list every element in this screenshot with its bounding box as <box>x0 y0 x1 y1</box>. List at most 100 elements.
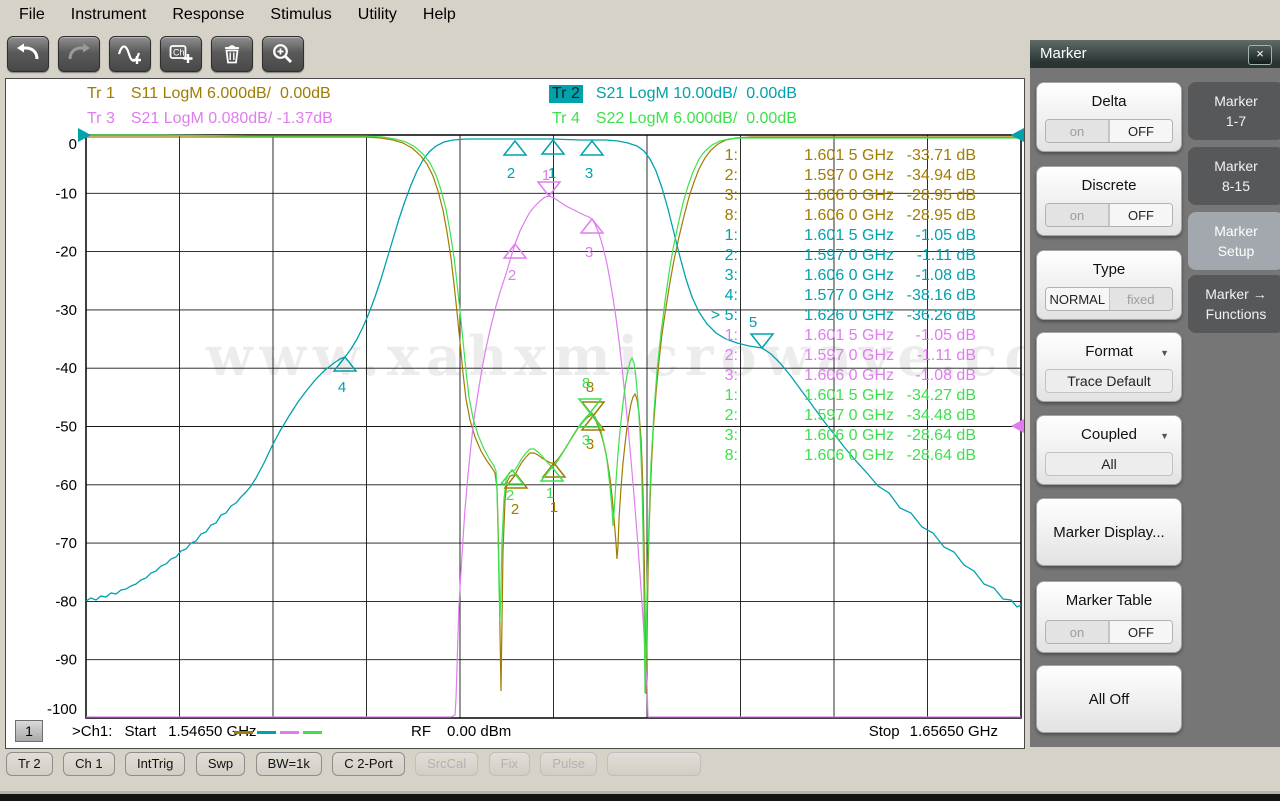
sweep-stop-readout: Stop1.65650 GHz <box>869 723 1008 740</box>
menu-instrument[interactable]: Instrument <box>58 3 160 29</box>
zoom-in-icon <box>270 42 296 66</box>
discrete-button[interactable]: Discrete on OFF <box>1036 166 1182 236</box>
marker-glyph <box>501 470 523 484</box>
marker-readout-value: -36.26 dB <box>907 307 976 324</box>
marker-readout-number: 1: <box>725 387 738 404</box>
plot-area[interactable]: www.xahxmicrowave.com0-10-20-30-40-50-60… <box>6 79 1024 748</box>
type-normal-option[interactable]: NORMAL <box>1046 288 1110 310</box>
menu-utility[interactable]: Utility <box>345 3 410 29</box>
discrete-toggle[interactable]: on OFF <box>1045 203 1173 227</box>
y-axis-label: -50 <box>55 419 77 436</box>
undo-button[interactable] <box>7 36 49 72</box>
type-button[interactable]: Type NORMAL fixed <box>1036 250 1182 320</box>
marker-readout-value: -1.11 dB <box>917 247 976 264</box>
channel-number-badge[interactable]: 1 <box>15 720 43 742</box>
marker-glyph <box>504 244 526 258</box>
redo-button[interactable] <box>58 36 100 72</box>
trace-color-legend <box>234 731 322 734</box>
delta-on-option[interactable]: on <box>1046 120 1109 142</box>
marker-table-button[interactable]: Marker Table on OFF <box>1036 581 1182 653</box>
discrete-off-option[interactable]: OFF <box>1109 204 1172 226</box>
marker-readout-freq: 1.601 5 GHz <box>804 327 894 344</box>
marker-table-toggle[interactable]: on OFF <box>1045 620 1173 644</box>
tab-line1: Marker → <box>1205 286 1266 302</box>
trace-desc-tr2: S21 LogM 10.00dB/ 0.00dB <box>596 85 797 102</box>
tab-line2: 1-7 <box>1226 113 1246 129</box>
marker-glyph <box>504 141 526 155</box>
y-axis-label: -80 <box>55 593 77 610</box>
tab-marker-setup[interactable]: Marker Setup <box>1188 212 1280 270</box>
status-active-trace[interactable]: Tr 2 <box>6 752 53 776</box>
marker-glyph-label: 4 <box>338 379 346 396</box>
format-value[interactable]: Trace Default <box>1045 369 1173 393</box>
y-axis-label: 0 <box>69 136 77 153</box>
marker-display-button[interactable]: Marker Display... <box>1036 498 1182 566</box>
trace-id-tr1: Tr 1 <box>84 85 118 103</box>
status-fix: Fix <box>489 752 530 776</box>
trace-id-tr4: Tr 4 <box>549 110 583 128</box>
delta-toggle[interactable]: on OFF <box>1045 119 1173 143</box>
marker-readout-number: > 5: <box>711 307 738 324</box>
marker-readout-number: 2: <box>725 167 738 184</box>
trace-label-tr3[interactable]: Tr 3S21 LogM 0.080dB/ -1.37dB <box>84 110 333 128</box>
status-cal[interactable]: C 2-Port <box>332 752 404 776</box>
discrete-on-option[interactable]: on <box>1046 204 1109 226</box>
marker-readout-freq: 1.606 0 GHz <box>804 427 894 444</box>
marker-readout-value: -28.95 dB <box>907 207 976 224</box>
marker-readout-value: -28.64 dB <box>907 447 976 464</box>
marker-panel-body: Delta on OFF Discrete on OFF Type NORMAL… <box>1030 68 1280 747</box>
trace-label-tr4[interactable]: Tr 4S22 LogM 6.000dB/ 0.00dB <box>549 110 797 128</box>
add-channel-button[interactable]: Ch <box>160 36 202 72</box>
marker-glyph-label: 1 <box>542 167 550 184</box>
tab-marker-1-7[interactable]: Marker 1-7 <box>1188 82 1280 140</box>
all-off-button[interactable]: All Off <box>1036 665 1182 733</box>
menu-response[interactable]: Response <box>159 3 257 29</box>
tab-marker-functions[interactable]: Marker → Functions <box>1188 275 1280 333</box>
marker-readout-number: 1: <box>725 147 738 164</box>
coupled-dropdown[interactable]: Coupled ▼ All <box>1036 415 1182 485</box>
marker-readout-value: -1.05 dB <box>916 327 976 344</box>
menu-file[interactable]: File <box>6 3 58 29</box>
type-fixed-option[interactable]: fixed <box>1110 288 1173 310</box>
channel-1-window: www.xahxmicrowave.com0-10-20-30-40-50-60… <box>5 78 1025 749</box>
zoom-button[interactable] <box>262 36 304 72</box>
tab-line2: 8-15 <box>1222 178 1250 194</box>
tab-marker-8-15[interactable]: Marker 8-15 <box>1188 147 1280 205</box>
menu-stimulus[interactable]: Stimulus <box>257 3 344 29</box>
status-active-channel[interactable]: Ch 1 <box>63 752 114 776</box>
trace-label-tr1[interactable]: Tr 1 S11 LogM 6.000dB/ 0.00dB <box>84 85 331 103</box>
status-trigger[interactable]: IntTrig <box>125 752 185 776</box>
y-axis-label: -10 <box>55 185 77 202</box>
vna-application: { "menu": { "items": ["File", "Instrumen… <box>0 0 1280 801</box>
marker-readout-number: 3: <box>725 427 738 444</box>
trace-label-tr2[interactable]: Tr 2S21 LogM 10.00dB/ 0.00dB <box>549 85 797 103</box>
undo-icon <box>15 42 41 66</box>
menu-help[interactable]: Help <box>410 3 469 29</box>
delta-off-option[interactable]: OFF <box>1109 120 1172 142</box>
coupled-value[interactable]: All <box>1045 452 1173 476</box>
marker-readout-number: 8: <box>725 207 738 224</box>
y-axis-label: -70 <box>55 535 77 552</box>
ref-level-arrow <box>1011 128 1024 142</box>
type-toggle[interactable]: NORMAL fixed <box>1045 287 1173 311</box>
menu-bar: File Instrument Response Stimulus Utilit… <box>0 0 1280 29</box>
format-dropdown[interactable]: Format ▼ Trace Default <box>1036 332 1182 402</box>
close-icon[interactable]: × <box>1248 45 1272 65</box>
status-bandwidth[interactable]: BW=1k <box>256 752 322 776</box>
delete-button[interactable] <box>211 36 253 72</box>
stop-value: 1.65650 GHz <box>910 723 998 740</box>
delta-button[interactable]: Delta on OFF <box>1036 82 1182 152</box>
channel-label: >Ch1: <box>72 723 112 740</box>
status-sweep[interactable]: Swp <box>196 752 245 776</box>
svg-text:Ch: Ch <box>173 48 185 58</box>
start-label: Start <box>124 723 156 740</box>
marker-readout-number: 3: <box>725 267 738 284</box>
marker-table-on-option[interactable]: on <box>1046 621 1109 643</box>
marker-glyph-label: 5 <box>749 314 757 331</box>
marker-readout-value: -1.05 dB <box>916 227 976 244</box>
marker-glyph-label: 3 <box>585 244 593 261</box>
marker-table-off-option[interactable]: OFF <box>1109 621 1172 643</box>
add-trace-button[interactable] <box>109 36 151 72</box>
trace-desc-tr1: S11 LogM 6.000dB/ 0.00dB <box>131 85 331 102</box>
marker-readout-freq: 1.606 0 GHz <box>804 367 894 384</box>
